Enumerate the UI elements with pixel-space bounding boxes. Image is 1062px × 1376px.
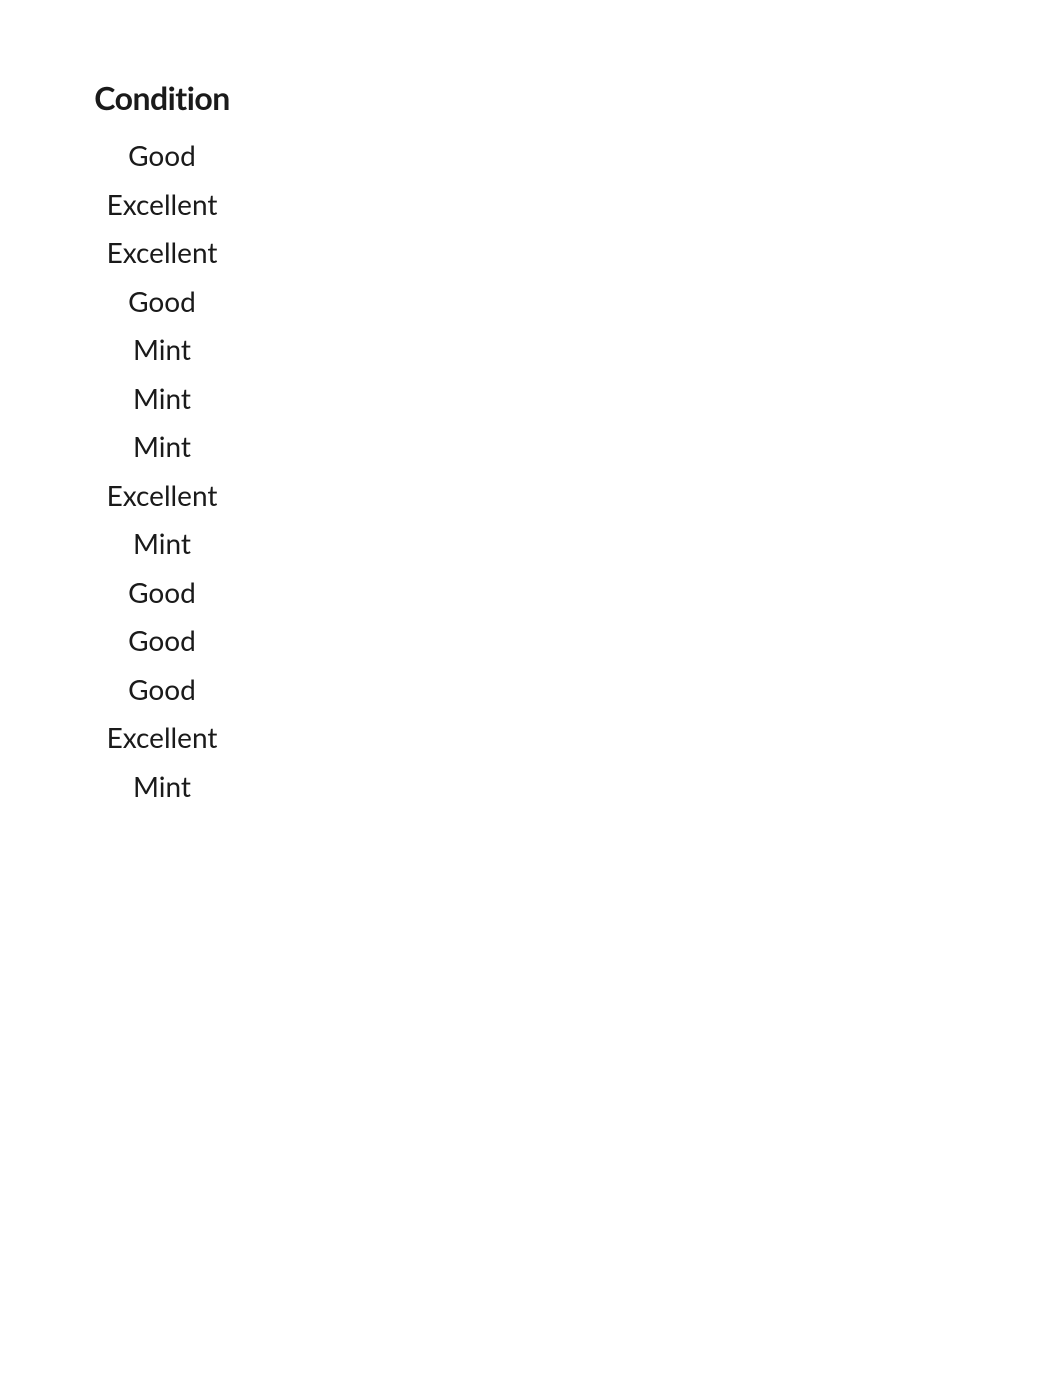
table-row: Excellent: [82, 180, 242, 229]
table-row: Mint: [82, 325, 242, 374]
table-row: Mint: [82, 762, 242, 811]
table-row: Good: [82, 616, 242, 665]
table-row: Mint: [82, 374, 242, 423]
table-row: Good: [82, 665, 242, 714]
table-row: Good: [82, 568, 242, 617]
table-row: Excellent: [82, 228, 242, 277]
table-row: Mint: [82, 422, 242, 471]
column-header: Condition: [82, 78, 242, 117]
table-row: Mint: [82, 519, 242, 568]
table-row: Excellent: [82, 713, 242, 762]
table-row: Good: [82, 131, 242, 180]
table-row: Good: [82, 277, 242, 326]
table-row: Excellent: [82, 471, 242, 520]
condition-table: Condition Good Excellent Excellent Good …: [0, 0, 1062, 810]
